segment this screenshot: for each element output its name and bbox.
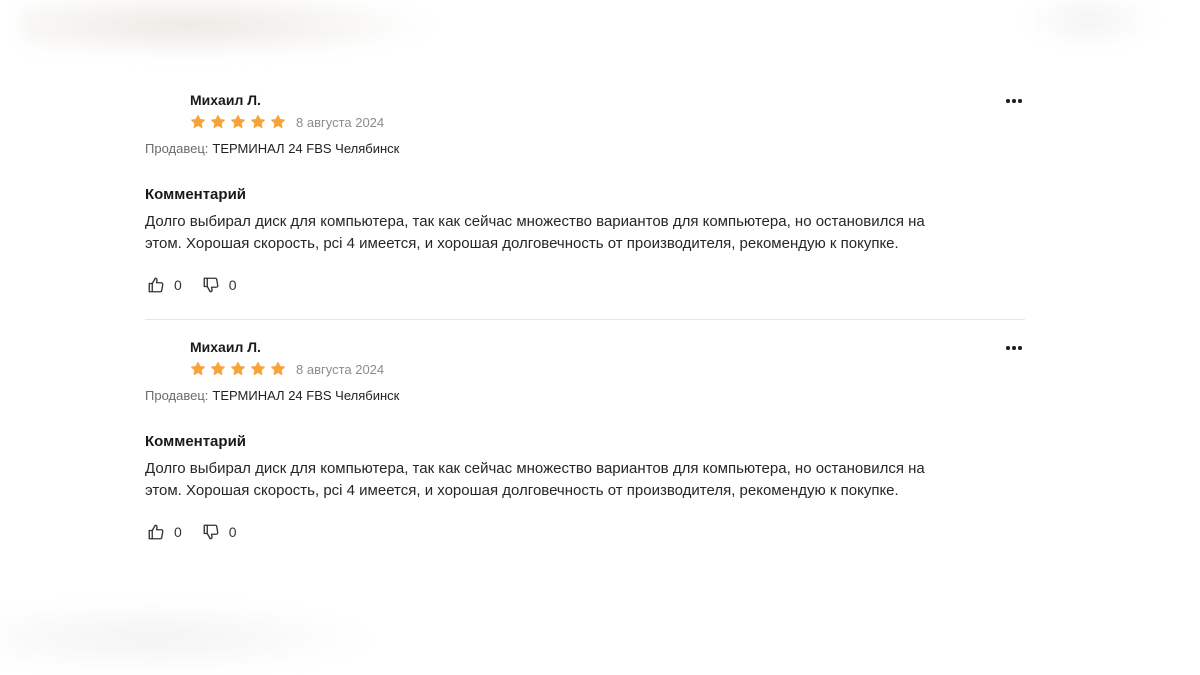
review-rating-row: 8 августа 2024: [190, 114, 384, 130]
comment-heading: Комментарий: [145, 433, 247, 450]
star-icon: [251, 361, 265, 376]
star-icon: [231, 114, 245, 129]
star-rating: [190, 114, 286, 130]
comment-text: Долго выбирал диск для компьютера, так к…: [145, 211, 1025, 255]
star-icon: [211, 361, 225, 376]
thumbs-down-icon: [203, 277, 219, 293]
dislike-count: 0: [228, 277, 237, 293]
star-icon: [191, 114, 205, 129]
review-date: 8 августа 2024: [296, 361, 385, 377]
comment-text: Долго выбирал диск для компьютера, так к…: [145, 458, 1025, 502]
review-rating-row: 8 августа 2024: [190, 361, 384, 377]
comment-line: Долго выбирал диск для компьютера, так к…: [145, 213, 925, 230]
like-count: 0: [174, 277, 182, 293]
dislike-button[interactable]: 0: [202, 523, 237, 541]
dislike-count: 0: [228, 524, 237, 540]
more-options-icon[interactable]: [1003, 92, 1025, 110]
review-seller: Продавец: ТЕРМИНАЛ 24 FBS Челябинск: [145, 141, 399, 156]
like-button[interactable]: 0: [147, 276, 182, 294]
review-card: Михаил Л. 8 августа 2024 Продавец: ТЕРМИН…: [145, 335, 1025, 566]
more-options-icon[interactable]: [1003, 339, 1025, 357]
comment-line: этом. Хорошая скорость, pci 4 имеется, и…: [145, 235, 899, 252]
star-icon: [271, 114, 285, 129]
seller-name[interactable]: ТЕРМИНАЛ 24 FBS Челябинск: [212, 388, 399, 403]
comment-line: Долго выбирал диск для компьютера, так к…: [145, 460, 925, 477]
star-icon: [251, 114, 265, 129]
seller-name[interactable]: ТЕРМИНАЛ 24 FBS Челябинск: [212, 141, 399, 156]
review-votes: 0 0: [147, 523, 257, 541]
blurred-background-top: [20, 0, 440, 60]
star-icon: [271, 361, 285, 376]
blurred-background-bottom: [0, 600, 380, 675]
review-author[interactable]: Михаил Л.: [190, 92, 261, 108]
thumbs-up-icon: [148, 277, 164, 293]
dislike-button[interactable]: 0: [202, 276, 237, 294]
comment-line: этом. Хорошая скорость, pci 4 имеется, и…: [145, 482, 899, 499]
review-card: Михаил Л. 8 августа 2024 Продавец: ТЕРМИН…: [145, 88, 1025, 319]
star-icon: [191, 361, 205, 376]
review-seller: Продавец: ТЕРМИНАЛ 24 FBS Челябинск: [145, 388, 399, 403]
star-icon: [231, 361, 245, 376]
like-button[interactable]: 0: [147, 523, 182, 541]
seller-label: Продавец:: [145, 141, 209, 156]
star-icon: [211, 114, 225, 129]
review-votes: 0 0: [147, 276, 257, 294]
thumbs-down-icon: [203, 524, 219, 540]
thumbs-up-icon: [148, 524, 164, 540]
seller-label: Продавец:: [145, 388, 209, 403]
comment-heading: Комментарий: [145, 186, 247, 203]
like-count: 0: [174, 524, 182, 540]
review-author[interactable]: Михаил Л.: [190, 339, 261, 355]
review-divider: [145, 319, 1025, 320]
blurred-background-top-right: [1020, 0, 1160, 50]
reviews-list: Михаил Л. 8 августа 2024 Продавец: ТЕРМИН…: [145, 88, 1025, 566]
review-date: 8 августа 2024: [296, 114, 385, 130]
star-rating: [190, 361, 286, 377]
